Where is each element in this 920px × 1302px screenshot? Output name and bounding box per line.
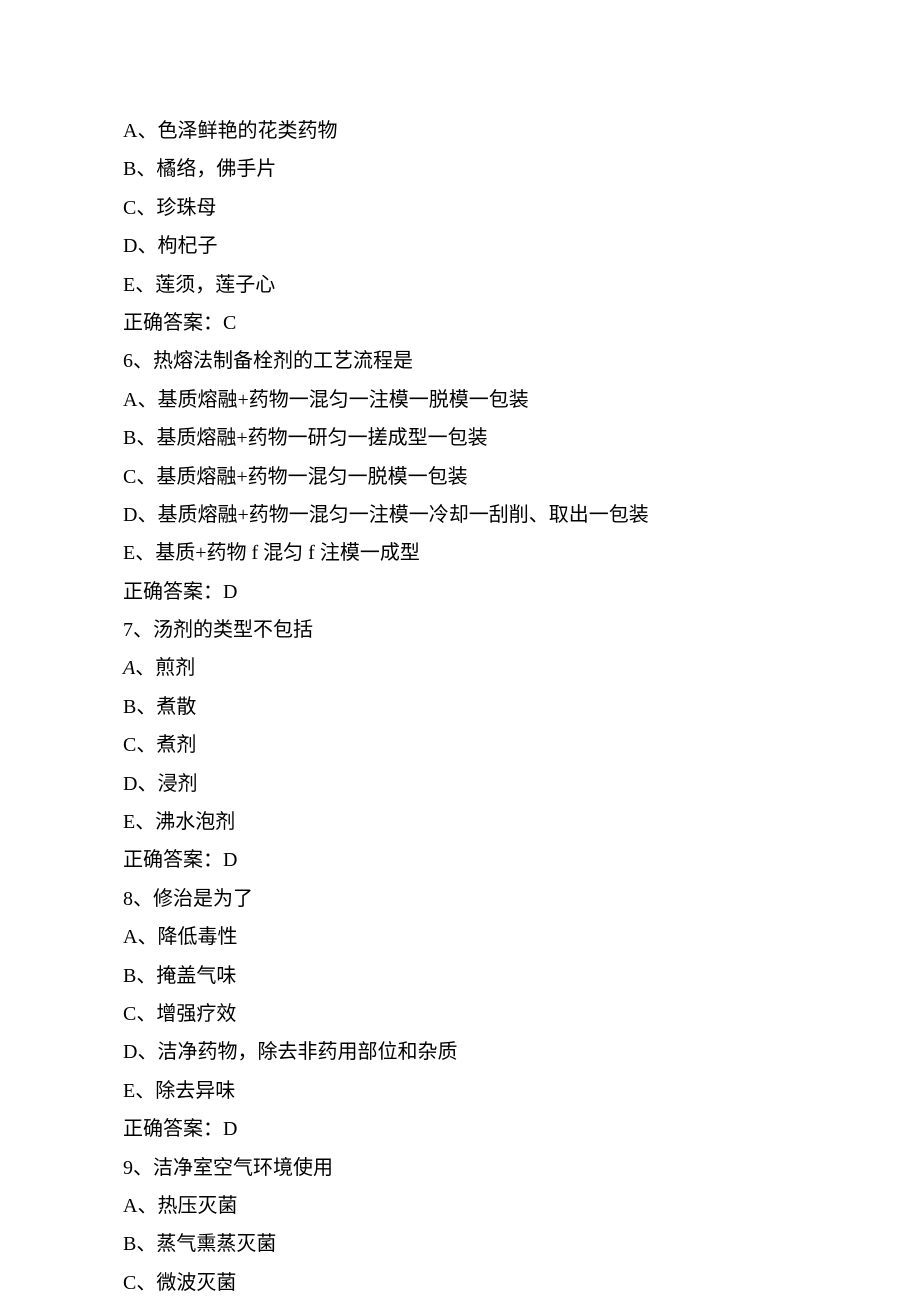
text-line: B、掩盖气味 [123,957,803,995]
text-line: D、洁净药物，除去非药用部位和杂质 [123,1033,803,1071]
text-line: 正确答案：D [123,1110,803,1148]
text-line: D、浸剂 [123,765,803,803]
text-line: E、沸水泡剂 [123,803,803,841]
text-line: C、珍珠母 [123,189,803,227]
text-line: 7、汤剂的类型不包括 [123,611,803,649]
text-line: A、热压灭菌 [123,1187,803,1225]
text-line: B、橘络，佛手片 [123,150,803,188]
text-line: 正确答案：D [123,841,803,879]
text-line: B、煮散 [123,688,803,726]
option-text: 、煎剂 [135,657,195,679]
text-line: A、基质熔融+药物一混匀一注模一脱模一包装 [123,381,803,419]
text-line: E、莲须，莲子心 [123,266,803,304]
text-line: A、煎剂 [123,649,803,687]
text-line: 正确答案：C [123,304,803,342]
text-line: C、微波灭菌 [123,1264,803,1302]
option-letter: A [123,657,135,679]
text-line: 正确答案：D [123,573,803,611]
text-line: A、色泽鲜艳的花类药物 [123,112,803,150]
text-line: 9、洁净室空气环境使用 [123,1149,803,1187]
text-line: B、基质熔融+药物一研匀一搓成型一包装 [123,419,803,457]
text-line: D、基质熔融+药物一混匀一注模一冷却一刮削、取出一包装 [123,496,803,534]
text-line: E、除去异味 [123,1072,803,1110]
text-line: A、降低毒性 [123,918,803,956]
text-line: 6、热熔法制备栓剂的工艺流程是 [123,342,803,380]
text-line: C、煮剂 [123,726,803,764]
document-page: A、色泽鲜艳的花类药物B、橘络，佛手片C、珍珠母D、枸杞子E、莲须，莲子心正确答… [0,0,803,1302]
text-line: C、基质熔融+药物一混匀一脱模一包装 [123,458,803,496]
text-line: 8、修治是为了 [123,880,803,918]
text-line: D、枸杞子 [123,227,803,265]
text-line: B、蒸气熏蒸灭菌 [123,1225,803,1263]
text-line: E、基质+药物 f 混匀 f 注模一成型 [123,534,803,572]
text-line: C、增强疗效 [123,995,803,1033]
